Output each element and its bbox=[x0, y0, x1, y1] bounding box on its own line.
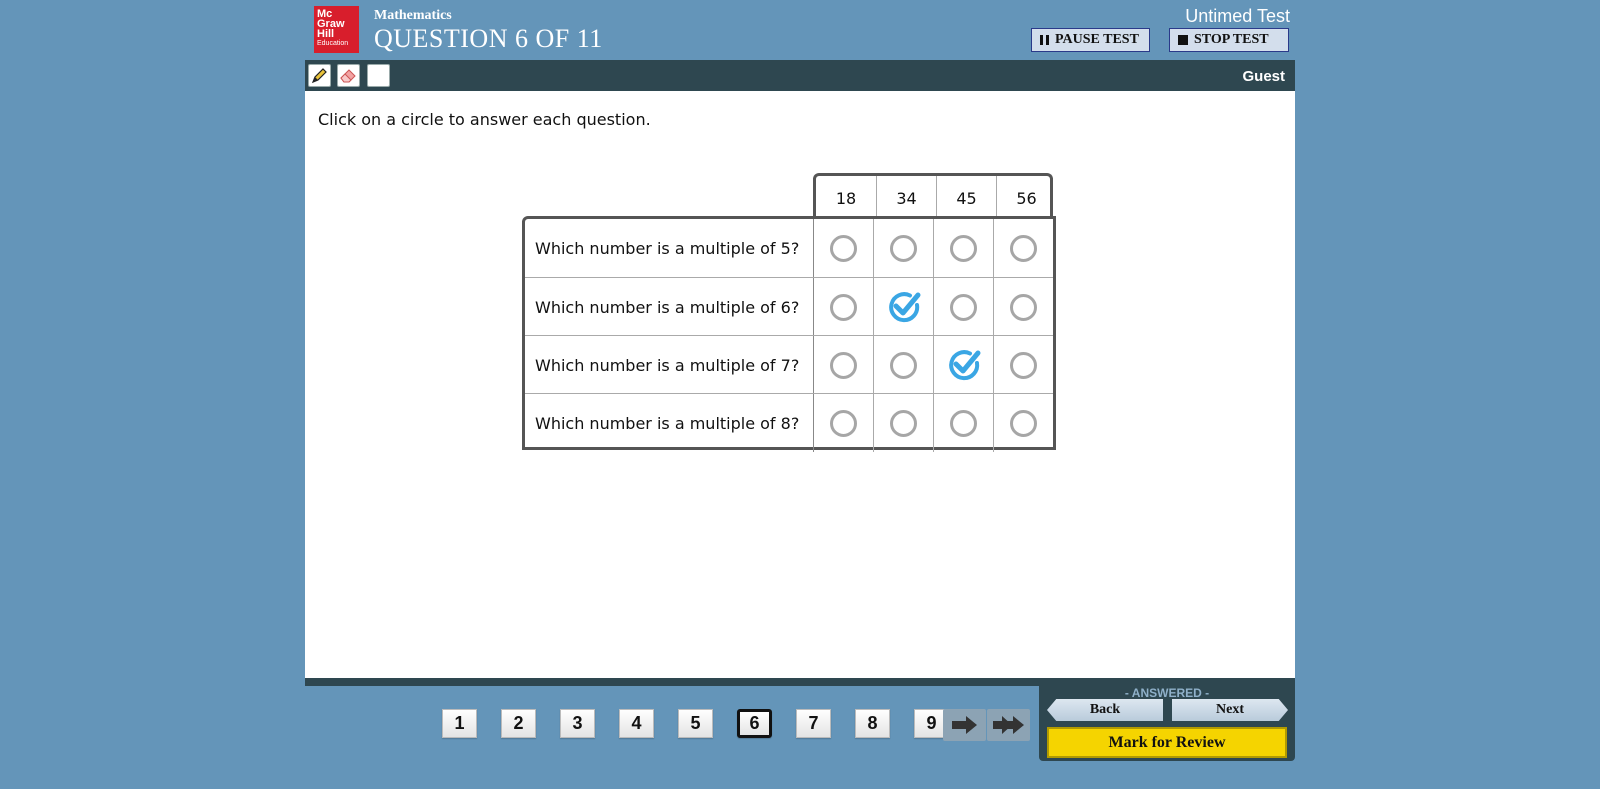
last-page-arrow-icon[interactable] bbox=[987, 709, 1030, 741]
answer-cell[interactable] bbox=[993, 394, 1053, 452]
radio-circle-icon[interactable] bbox=[950, 293, 977, 321]
radio-circle-icon[interactable] bbox=[890, 234, 917, 262]
radio-circle-icon[interactable] bbox=[890, 409, 917, 437]
user-name: Guest bbox=[1242, 68, 1285, 85]
question-row: Which number is a multiple of 6? bbox=[525, 277, 1053, 336]
row-prompt: Which number is a multiple of 8? bbox=[535, 413, 800, 433]
column-header: 45 bbox=[936, 176, 996, 220]
tool-bar: Guest bbox=[305, 60, 1295, 91]
answer-cell[interactable] bbox=[933, 336, 993, 394]
answer-cell[interactable] bbox=[933, 278, 993, 336]
radio-circle-icon[interactable] bbox=[830, 409, 857, 437]
answer-cell[interactable] bbox=[993, 219, 1053, 277]
radio-circle-icon[interactable] bbox=[830, 293, 857, 321]
pencil-icon[interactable] bbox=[308, 64, 331, 87]
answer-cell[interactable] bbox=[933, 394, 993, 452]
next-page-arrow-icon[interactable] bbox=[943, 709, 986, 741]
eraser-icon[interactable] bbox=[337, 64, 360, 87]
radio-circle-icon[interactable] bbox=[1010, 409, 1037, 437]
footer-bar bbox=[305, 678, 1295, 686]
question-row: Which number is a multiple of 8? bbox=[525, 393, 1053, 452]
radio-circle-icon[interactable] bbox=[950, 409, 977, 437]
row-prompt: Which number is a multiple of 7? bbox=[535, 355, 800, 375]
pause-icon bbox=[1040, 35, 1049, 45]
page-button-2[interactable]: 2 bbox=[501, 709, 536, 738]
answer-cell[interactable] bbox=[813, 278, 873, 336]
radio-circle-icon[interactable] bbox=[950, 234, 977, 262]
back-button[interactable]: Back bbox=[1047, 699, 1163, 721]
column-header-row: 18 34 45 56 bbox=[813, 173, 1056, 220]
pause-test-label: PAUSE TEST bbox=[1055, 32, 1139, 47]
answer-cell[interactable] bbox=[873, 394, 933, 452]
test-frame: Mc Graw Hill Education Mathematics QUEST… bbox=[305, 0, 1295, 789]
page-button-5[interactable]: 5 bbox=[678, 709, 713, 738]
answer-cell[interactable] bbox=[873, 219, 933, 277]
radio-circle-icon[interactable] bbox=[830, 351, 857, 379]
question-panel: Click on a circle to answer each questio… bbox=[305, 91, 1295, 678]
page-button-6[interactable]: 6 bbox=[737, 709, 772, 738]
mcgraw-hill-logo: Mc Graw Hill Education bbox=[314, 6, 359, 53]
page-button-1[interactable]: 1 bbox=[442, 709, 477, 738]
stop-icon bbox=[1178, 35, 1188, 45]
row-prompt: Which number is a multiple of 6? bbox=[535, 297, 800, 317]
page-button-7[interactable]: 7 bbox=[796, 709, 831, 738]
answer-cell[interactable] bbox=[873, 278, 933, 336]
radio-circle-icon[interactable] bbox=[890, 351, 917, 379]
page-button-3[interactable]: 3 bbox=[560, 709, 595, 738]
mark-for-review-button[interactable]: Mark for Review bbox=[1047, 727, 1287, 758]
checked-circle-icon[interactable] bbox=[946, 347, 982, 383]
answer-cell[interactable] bbox=[813, 219, 873, 277]
question-row: Which number is a multiple of 7? bbox=[525, 335, 1053, 394]
subject-label: Mathematics bbox=[374, 8, 452, 23]
answer-cell[interactable] bbox=[993, 278, 1053, 336]
answer-cell[interactable] bbox=[813, 394, 873, 452]
answer-cell[interactable] bbox=[933, 219, 993, 277]
answer-cell[interactable] bbox=[993, 336, 1053, 394]
test-mode-label: Untimed Test bbox=[1185, 6, 1290, 26]
row-prompt: Which number is a multiple of 5? bbox=[535, 238, 800, 258]
next-button[interactable]: Next bbox=[1172, 699, 1288, 721]
review-panel: - ANSWERED - Back Next Mark for Review bbox=[1039, 686, 1295, 761]
answer-cell[interactable] bbox=[813, 336, 873, 394]
pause-test-button[interactable]: PAUSE TEST bbox=[1031, 28, 1150, 52]
question-title: QUESTION 6 OF 11 bbox=[374, 24, 603, 53]
radio-circle-icon[interactable] bbox=[1010, 234, 1037, 262]
instructions-text: Click on a circle to answer each questio… bbox=[318, 110, 651, 129]
column-header: 34 bbox=[876, 176, 936, 220]
answer-status: - ANSWERED - bbox=[1124, 686, 1210, 700]
stop-test-label: STOP TEST bbox=[1194, 32, 1269, 47]
radio-circle-icon[interactable] bbox=[1010, 351, 1037, 379]
column-header: 18 bbox=[835, 188, 857, 208]
page-button-4[interactable]: 4 bbox=[619, 709, 654, 738]
answer-grid-body: Which number is a multiple of 5? Which nu… bbox=[522, 216, 1056, 452]
radio-circle-icon[interactable] bbox=[1010, 293, 1037, 321]
radio-circle-icon[interactable] bbox=[830, 234, 857, 262]
question-row: Which number is a multiple of 5? bbox=[525, 219, 1053, 277]
blank-tool[interactable] bbox=[367, 64, 390, 87]
column-header: 56 bbox=[996, 176, 1056, 220]
answer-cell[interactable] bbox=[873, 336, 933, 394]
checked-circle-icon[interactable] bbox=[886, 289, 922, 325]
stop-test-button[interactable]: STOP TEST bbox=[1169, 28, 1289, 52]
page-button-8[interactable]: 8 bbox=[855, 709, 890, 738]
